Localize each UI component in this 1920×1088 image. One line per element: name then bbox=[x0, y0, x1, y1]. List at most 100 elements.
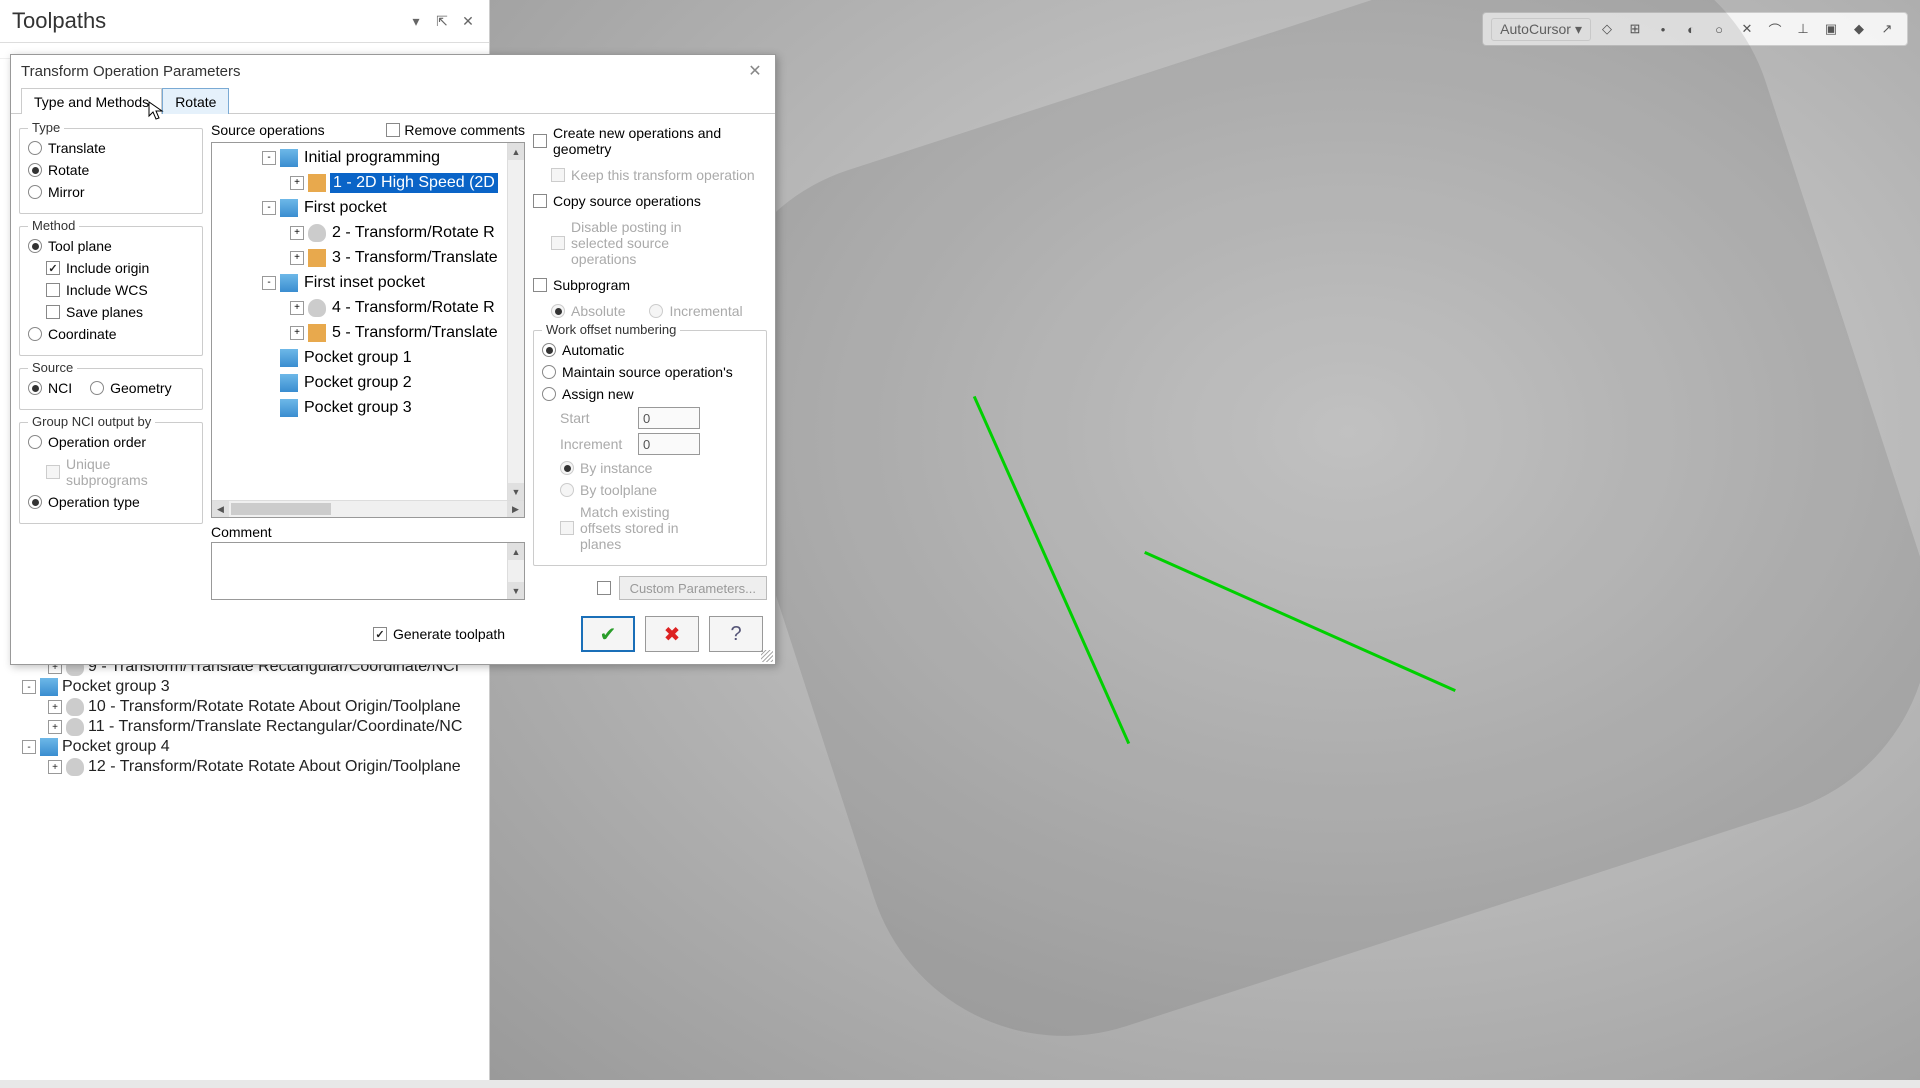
radio-mirror[interactable] bbox=[28, 185, 42, 199]
source-tree-row[interactable]: - First inset pocket bbox=[212, 270, 524, 295]
source-group: Source NCI Geometry bbox=[19, 368, 203, 410]
source-tree-row[interactable]: + 2 - Transform/Rotate R bbox=[212, 220, 524, 245]
radio-op-type[interactable] bbox=[28, 495, 42, 509]
comment-scrollbar[interactable]: ▲ ▼ bbox=[507, 543, 524, 599]
tree-label: Pocket group 3 bbox=[302, 398, 414, 418]
pin-icon[interactable]: ⇱ bbox=[433, 12, 451, 30]
source-tree-row[interactable]: + 3 - Transform/Translate bbox=[212, 245, 524, 270]
scrollbar-horizontal[interactable]: ◀ ▶ bbox=[212, 500, 524, 517]
source-ops-tree[interactable]: - Initial programming + 1 - 2D High Spee… bbox=[211, 142, 525, 518]
check-copy-source[interactable] bbox=[533, 194, 547, 208]
source-tree-row[interactable]: Pocket group 2 bbox=[212, 370, 524, 395]
comment-input[interactable]: ▲ ▼ bbox=[211, 542, 525, 600]
radio-maintain[interactable] bbox=[542, 365, 556, 379]
tree-row[interactable]: - Pocket group 3 bbox=[0, 677, 489, 697]
method-legend: Method bbox=[28, 218, 79, 233]
check-save-planes[interactable] bbox=[46, 305, 60, 319]
tree-label: 12 - Transform/Rotate Rotate About Origi… bbox=[88, 758, 461, 776]
nearest-icon[interactable]: ▣ bbox=[1819, 17, 1843, 41]
dialog-title: Transform Operation Parameters bbox=[21, 63, 745, 80]
radio-toolplane[interactable] bbox=[28, 239, 42, 253]
radio-automatic[interactable] bbox=[542, 343, 556, 357]
tab-rotate[interactable]: Rotate bbox=[162, 88, 229, 114]
expander-icon[interactable]: + bbox=[48, 700, 62, 714]
cancel-button[interactable]: ✖ bbox=[645, 616, 699, 652]
expander-icon[interactable]: + bbox=[290, 301, 304, 315]
check-generate-toolpath[interactable] bbox=[373, 627, 387, 641]
ghost-icon bbox=[308, 299, 326, 317]
ok-button[interactable]: ✔ bbox=[581, 616, 635, 652]
scroll-thumb[interactable] bbox=[231, 503, 331, 515]
tree-label: 3 - Transform/Translate bbox=[330, 248, 500, 268]
quad-icon[interactable]: ◆ bbox=[1847, 17, 1871, 41]
expander-icon[interactable]: + bbox=[48, 720, 62, 734]
tree-label: Pocket group 4 bbox=[62, 738, 170, 756]
expander-icon[interactable]: + bbox=[290, 176, 304, 190]
source-tree-row[interactable]: + 5 - Transform/Translate bbox=[212, 320, 524, 345]
check-create-new[interactable] bbox=[533, 134, 547, 148]
tree-row[interactable]: + 11 - Transform/Translate Rectangular/C… bbox=[0, 717, 489, 737]
start-input[interactable] bbox=[638, 407, 700, 429]
radio-op-order[interactable] bbox=[28, 435, 42, 449]
radio-translate[interactable] bbox=[28, 141, 42, 155]
resize-grip[interactable] bbox=[761, 650, 773, 662]
tangent-icon[interactable]: ⌒ bbox=[1763, 17, 1787, 41]
tree-label: Initial programming bbox=[302, 148, 442, 168]
check-custom-params[interactable] bbox=[597, 581, 611, 595]
scroll-down-icon[interactable]: ▼ bbox=[508, 483, 524, 500]
radio-assign-new[interactable] bbox=[542, 387, 556, 401]
source-tree-row[interactable]: + 4 - Transform/Rotate R bbox=[212, 295, 524, 320]
group-output-legend: Group NCI output by bbox=[28, 414, 155, 429]
source-tree-row[interactable]: - First pocket bbox=[212, 195, 524, 220]
tree-row[interactable]: + 12 - Transform/Rotate Rotate About Ori… bbox=[0, 757, 489, 777]
check-include-origin[interactable] bbox=[46, 261, 60, 275]
source-tree-row[interactable]: Pocket group 3 bbox=[212, 395, 524, 420]
group-icon bbox=[280, 274, 298, 292]
comment-label: Comment bbox=[211, 524, 525, 540]
dialog-titlebar[interactable]: Transform Operation Parameters ✕ bbox=[11, 55, 775, 87]
help-button[interactable]: ? bbox=[709, 616, 763, 652]
increment-input[interactable] bbox=[638, 433, 700, 455]
expander-icon[interactable]: + bbox=[48, 760, 62, 774]
scroll-left-icon[interactable]: ◀ bbox=[212, 501, 229, 517]
scroll-right-icon[interactable]: ▶ bbox=[507, 501, 524, 517]
perp-icon[interactable]: ⊥ bbox=[1791, 17, 1815, 41]
radio-nci[interactable] bbox=[28, 381, 42, 395]
check-unique-sub bbox=[46, 465, 60, 479]
scrollbar-vertical[interactable]: ▲ ▼ bbox=[507, 143, 524, 500]
tree-row[interactable]: + 10 - Transform/Rotate Rotate About Ori… bbox=[0, 697, 489, 717]
close-panel-icon[interactable]: ✕ bbox=[459, 12, 477, 30]
along-icon[interactable]: ↗ bbox=[1875, 17, 1899, 41]
group-icon bbox=[280, 349, 298, 367]
expander-icon[interactable]: + bbox=[290, 226, 304, 240]
tab-type-methods[interactable]: Type and Methods bbox=[21, 88, 162, 114]
expander-icon[interactable]: - bbox=[262, 276, 276, 290]
check-include-wcs[interactable] bbox=[46, 283, 60, 297]
type-group: Type Translate Rotate Mirror bbox=[19, 128, 203, 214]
close-icon[interactable]: ✕ bbox=[745, 61, 765, 81]
expander-icon[interactable]: - bbox=[262, 201, 276, 215]
check-remove-comments[interactable] bbox=[386, 123, 400, 137]
radio-geometry[interactable] bbox=[90, 381, 104, 395]
source-tree-row[interactable]: Pocket group 1 bbox=[212, 345, 524, 370]
transform-dialog: Transform Operation Parameters ✕ Type an… bbox=[10, 54, 776, 665]
tree-row[interactable]: - Pocket group 4 bbox=[0, 737, 489, 757]
check-match-existing bbox=[560, 521, 574, 535]
expander-icon[interactable]: + bbox=[290, 251, 304, 265]
dropdown-icon[interactable]: ▾ bbox=[407, 12, 425, 30]
radio-coordinate[interactable] bbox=[28, 327, 42, 341]
expander-icon[interactable]: - bbox=[22, 680, 36, 694]
custom-params-button[interactable]: Custom Parameters... bbox=[619, 576, 767, 600]
expander-icon[interactable]: - bbox=[22, 740, 36, 754]
source-tree-row[interactable]: - Initial programming bbox=[212, 145, 524, 170]
source-tree-row[interactable]: + 1 - 2D High Speed (2D bbox=[212, 170, 524, 195]
tree-label: 5 - Transform/Translate bbox=[330, 323, 500, 343]
expander-icon[interactable]: + bbox=[290, 326, 304, 340]
method-group: Method Tool plane Include origin Include… bbox=[19, 226, 203, 356]
radio-absolute bbox=[551, 304, 565, 318]
scroll-up-icon[interactable]: ▲ bbox=[508, 143, 524, 160]
expander-icon[interactable]: - bbox=[262, 151, 276, 165]
radio-rotate[interactable] bbox=[28, 163, 42, 177]
check-subprogram[interactable] bbox=[533, 278, 547, 292]
ghost-icon bbox=[308, 224, 326, 242]
